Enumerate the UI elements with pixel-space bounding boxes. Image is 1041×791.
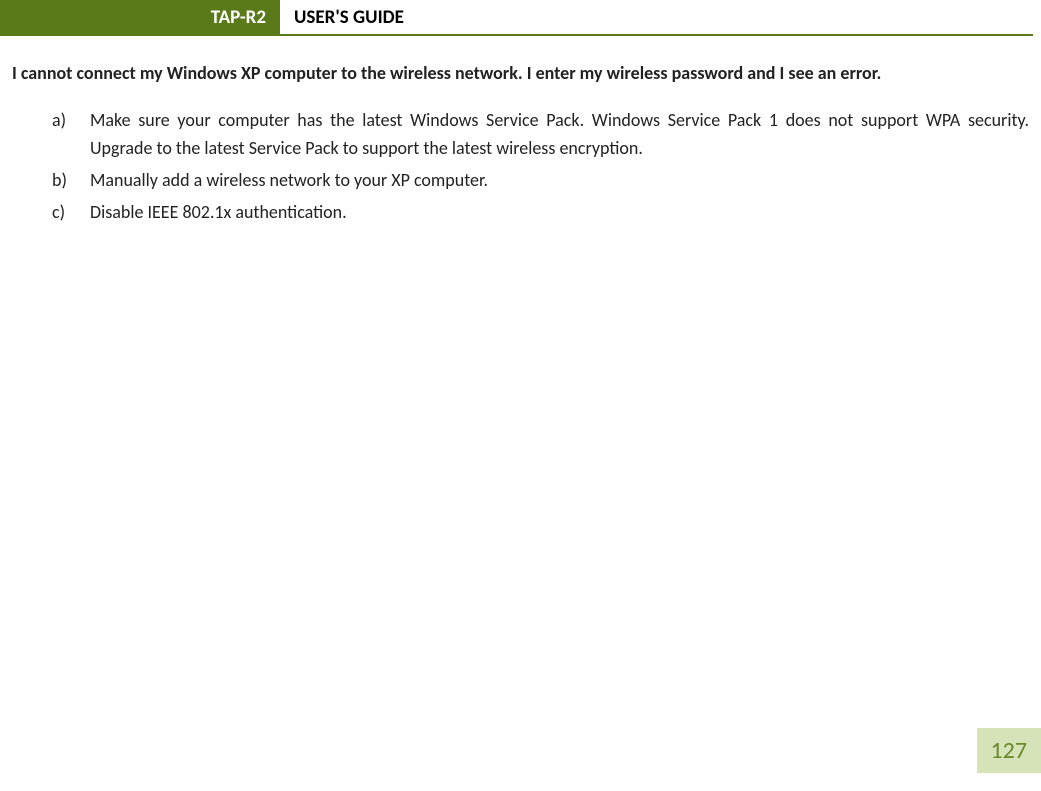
header-model: TAP-R2 xyxy=(0,0,280,34)
faq-question: I cannot connect my Windows XP computer … xyxy=(12,60,1029,87)
header-title: USER'S GUIDE xyxy=(280,0,1033,34)
page-number: 127 xyxy=(977,728,1041,773)
list-item: c) Disable IEEE 802.1x authentication. xyxy=(52,199,1029,227)
list-text-c: Disable IEEE 802.1x authentication. xyxy=(90,199,1029,227)
list-marker-b: b) xyxy=(52,167,90,195)
header-bar: TAP-R2 USER'S GUIDE xyxy=(0,0,1033,36)
content-area: I cannot connect my Windows XP computer … xyxy=(0,36,1041,243)
list-item: b) Manually add a wireless network to yo… xyxy=(52,167,1029,195)
list-item: a) Make sure your computer has the lates… xyxy=(52,107,1029,163)
list-marker-c: c) xyxy=(52,199,90,227)
answer-list: a) Make sure your computer has the lates… xyxy=(12,107,1029,227)
list-text-b: Manually add a wireless network to your … xyxy=(90,167,1029,195)
list-text-a: Make sure your computer has the latest W… xyxy=(90,107,1029,163)
list-marker-a: a) xyxy=(52,107,90,163)
